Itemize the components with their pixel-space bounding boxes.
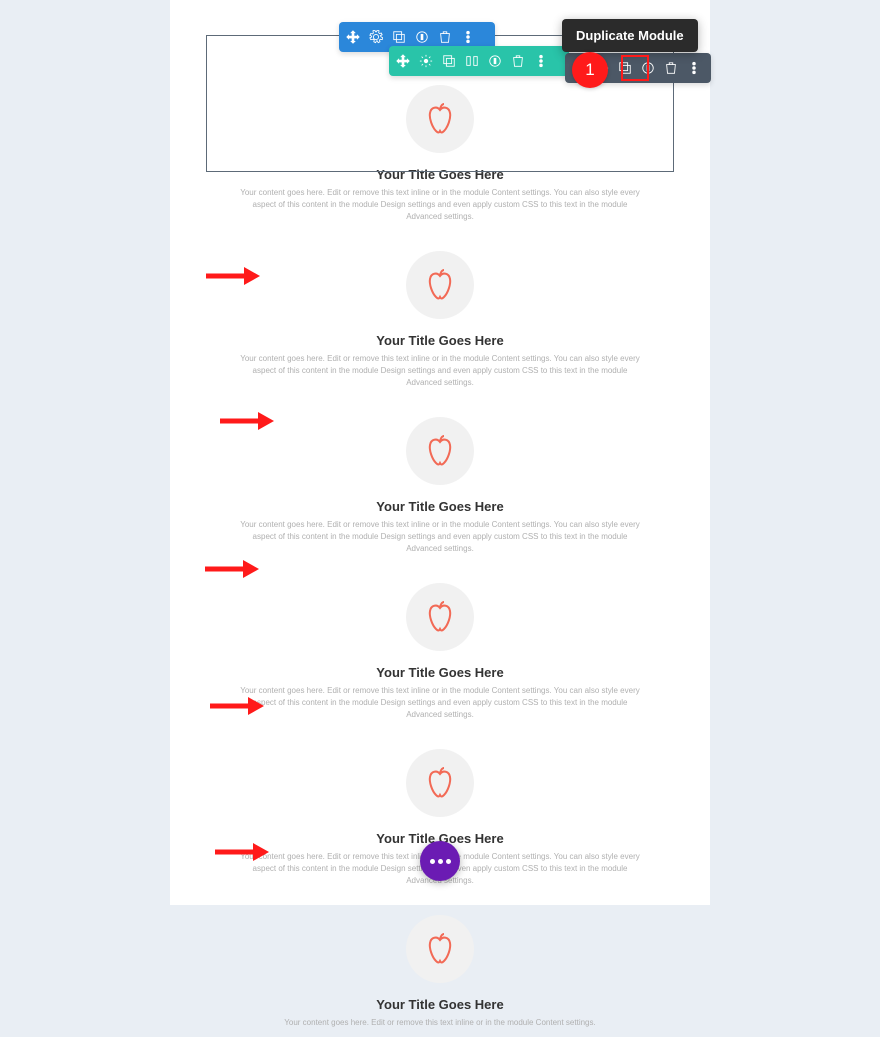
page-canvas: Duplicate Module 1 Your Title Goes Here …: [170, 0, 710, 905]
gear-icon[interactable]: [366, 27, 386, 47]
arrow-annotation: [205, 560, 259, 578]
duplicate-icon[interactable]: [389, 27, 409, 47]
module-title[interactable]: Your Title Goes Here: [240, 665, 640, 680]
arrow-annotation: [210, 697, 264, 715]
apple-icon: [406, 85, 474, 153]
module-area: Your Title Goes Here Your content goes h…: [170, 35, 710, 1037]
save-icon[interactable]: [638, 58, 658, 78]
callout-badge: 1: [572, 52, 608, 88]
apple-icon: [406, 417, 474, 485]
trash-icon[interactable]: [508, 51, 528, 71]
save-icon[interactable]: [412, 27, 432, 47]
module-title[interactable]: Your Title Goes Here: [240, 333, 640, 348]
duplicate-icon[interactable]: [615, 58, 635, 78]
apple-icon: [406, 915, 474, 983]
apple-icon: [406, 251, 474, 319]
more-icon[interactable]: [458, 27, 478, 47]
duplicate-icon[interactable]: [439, 51, 459, 71]
arrow-annotation: [206, 267, 260, 285]
arrow-annotation: [220, 412, 274, 430]
module-body[interactable]: Your content goes here. Edit or remove t…: [240, 1017, 640, 1029]
module-body[interactable]: Your content goes here. Edit or remove t…: [240, 685, 640, 721]
gear-icon[interactable]: [416, 51, 436, 71]
arrow-annotation: [215, 843, 269, 861]
move-icon[interactable]: [393, 51, 413, 71]
columns-icon[interactable]: [462, 51, 482, 71]
module-title[interactable]: Your Title Goes Here: [240, 997, 640, 1012]
move-icon[interactable]: [343, 27, 363, 47]
trash-icon[interactable]: [435, 27, 455, 47]
more-fab[interactable]: [420, 841, 460, 881]
apple-icon: [406, 583, 474, 651]
more-icon[interactable]: [684, 58, 704, 78]
row-toolbar: [389, 46, 569, 76]
trash-icon[interactable]: [661, 58, 681, 78]
module-body[interactable]: Your content goes here. Edit or remove t…: [240, 353, 640, 389]
blurb-module[interactable]: Your Title Goes Here Your content goes h…: [170, 231, 710, 397]
module-body[interactable]: Your content goes here. Edit or remove t…: [240, 187, 640, 223]
tooltip: Duplicate Module: [562, 19, 698, 52]
more-icon[interactable]: [531, 51, 551, 71]
module-body[interactable]: Your content goes here. Edit or remove t…: [240, 519, 640, 555]
module-title[interactable]: Your Title Goes Here: [240, 167, 640, 182]
apple-icon: [406, 749, 474, 817]
module-title[interactable]: Your Title Goes Here: [240, 499, 640, 514]
blurb-module[interactable]: Your Title Goes Here Your content goes h…: [170, 895, 710, 1037]
save-icon[interactable]: [485, 51, 505, 71]
